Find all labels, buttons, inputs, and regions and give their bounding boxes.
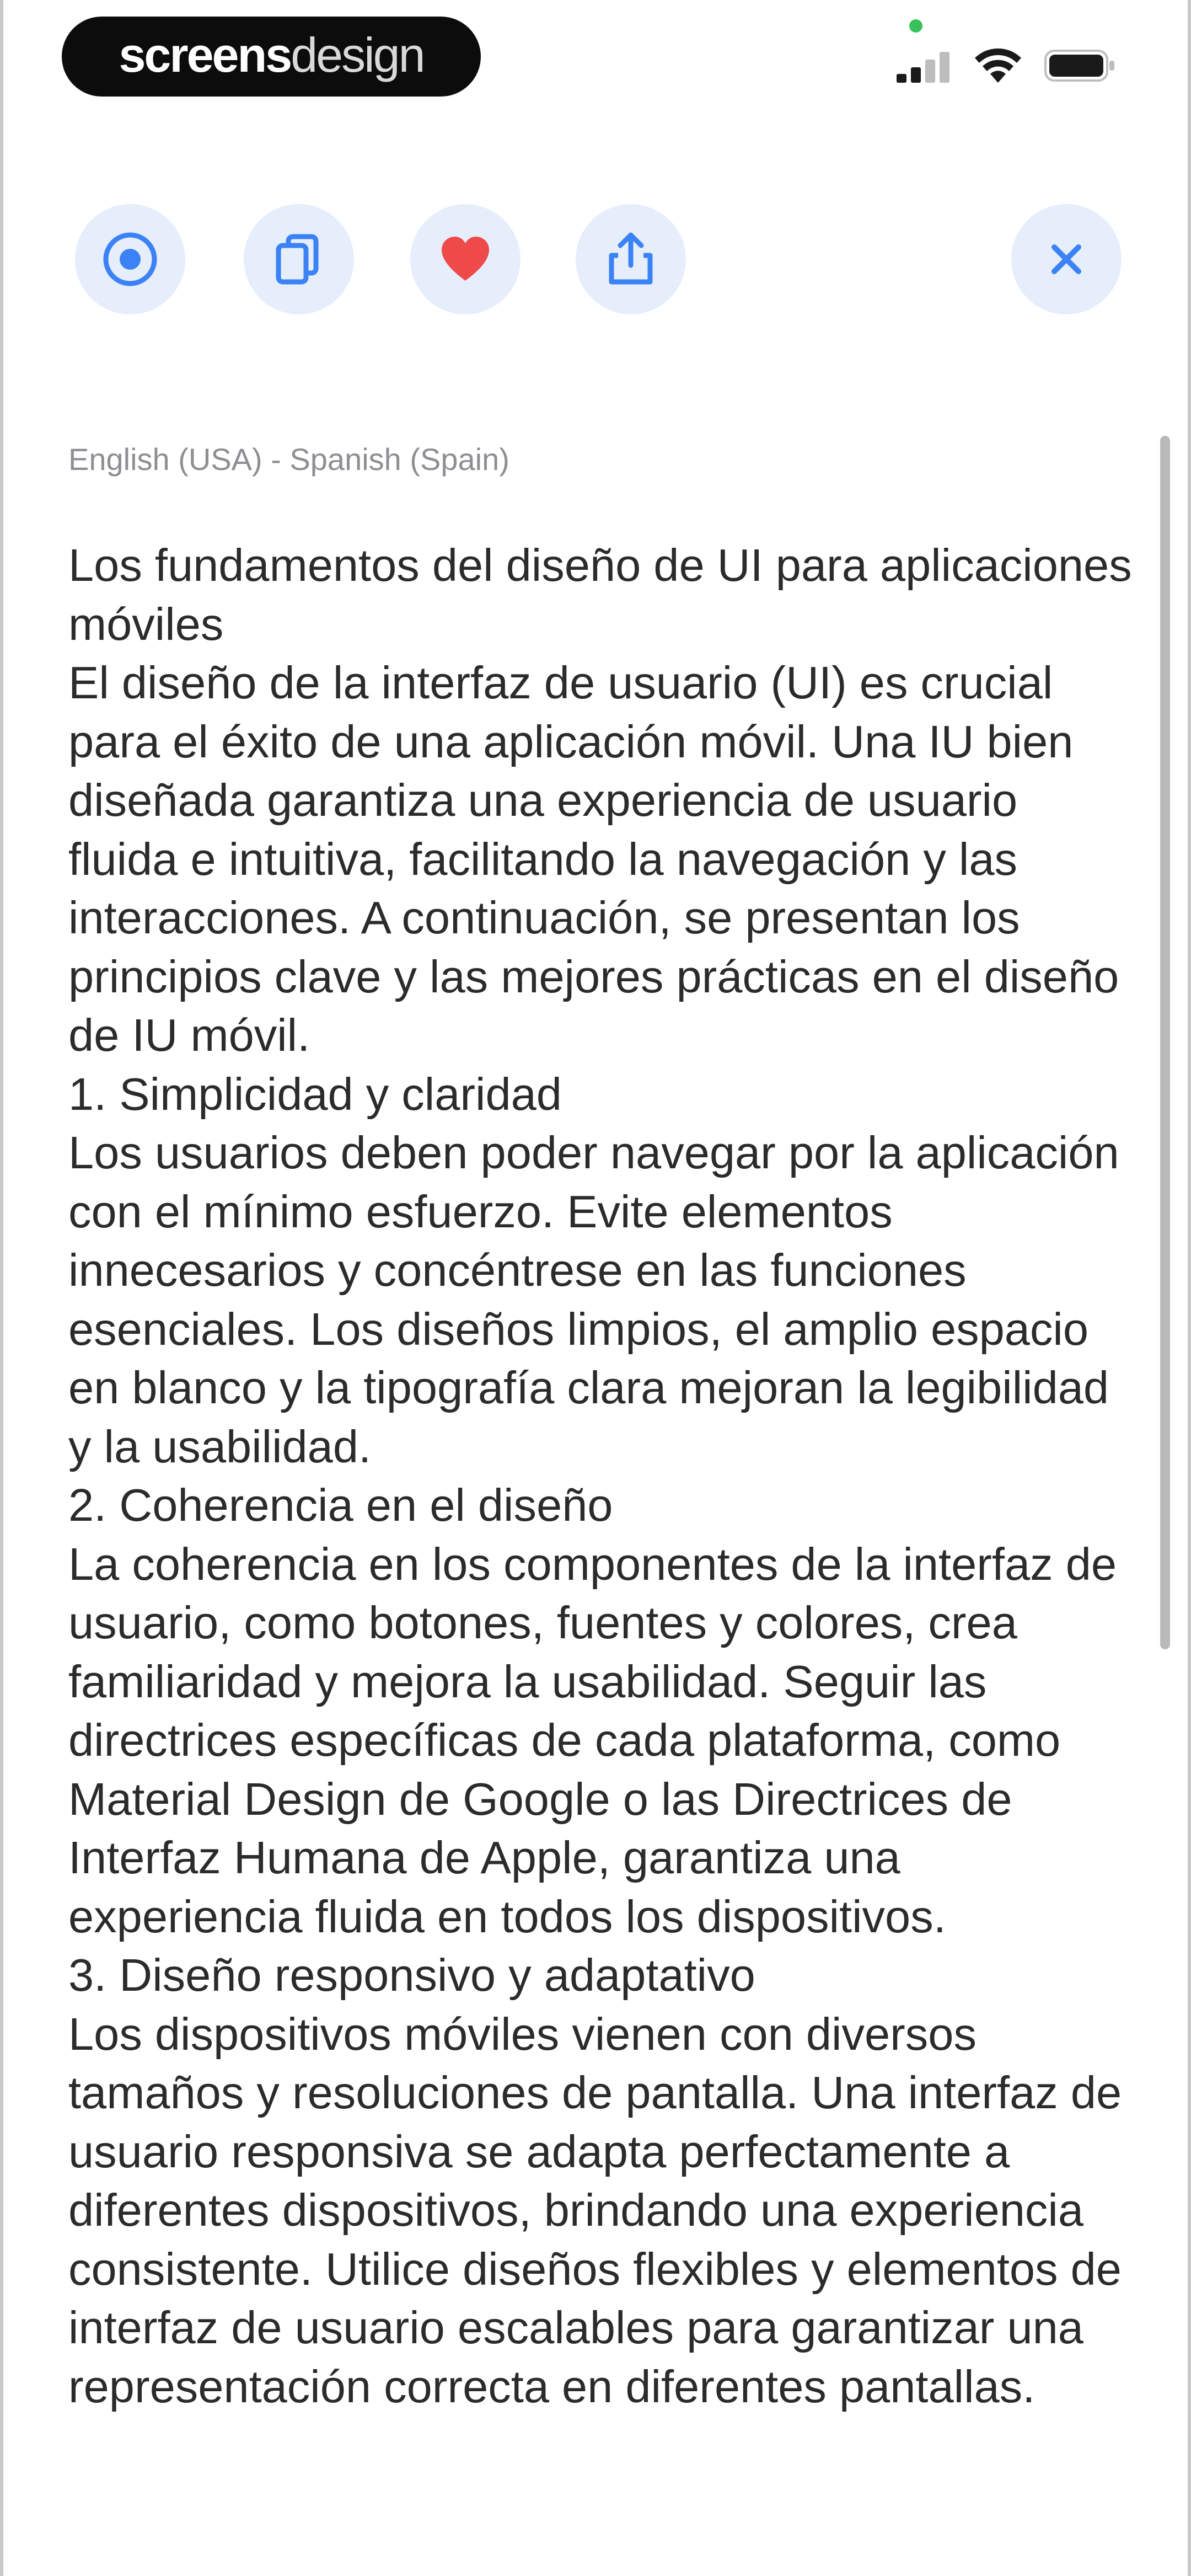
copy-icon <box>276 234 319 285</box>
copy-button[interactable] <box>244 204 354 314</box>
translated-text: Los fundamentos del diseño de UI para ap… <box>68 536 1138 2416</box>
brand-logo: screensdesign <box>62 17 481 97</box>
status-icons <box>897 39 1116 83</box>
close-button[interactable] <box>1011 204 1122 314</box>
share-button[interactable] <box>576 204 686 314</box>
language-pair-label: English (USA) - Spanish (Spain) <box>68 442 509 477</box>
translation-paragraph: La coherencia en los componentes de la i… <box>68 1538 1117 1942</box>
cellular-signal-icon <box>897 52 949 83</box>
heart-icon <box>442 237 489 281</box>
translation-paragraph: Los fundamentos del diseño de UI para ap… <box>68 539 1132 650</box>
share-icon <box>609 232 653 285</box>
brand-wordmark-bold: screens <box>119 27 292 82</box>
privacy-indicator-dot <box>909 19 922 33</box>
battery-icon <box>1044 50 1114 82</box>
translation-paragraph: 1. Simplicidad y claridad <box>68 1068 562 1120</box>
translation-paragraph: 3. Diseño responsivo y adaptativo <box>68 1949 755 2001</box>
favorite-button[interactable] <box>410 204 521 314</box>
play-circle-icon <box>103 232 157 286</box>
scrollbar[interactable] <box>1160 436 1170 1649</box>
toolbar <box>3 204 1188 314</box>
brand-wordmark: screensdesign <box>119 27 425 83</box>
close-icon <box>1051 244 1081 274</box>
translation-paragraph: Los dispositivos móviles vienen con dive… <box>68 2008 1122 2412</box>
translation-paragraph: Los usuarios deben poder navegar por la … <box>68 1127 1119 1472</box>
wifi-icon <box>975 48 1021 83</box>
brand-wordmark-light: design <box>291 27 425 82</box>
translation-paragraph: 2. Coherencia en el diseño <box>68 1479 613 1531</box>
status-bar: screensdesign <box>3 0 1188 110</box>
play-button[interactable] <box>75 204 185 314</box>
translation-paragraph: El diseño de la interfaz de usuario (UI)… <box>68 657 1119 1061</box>
